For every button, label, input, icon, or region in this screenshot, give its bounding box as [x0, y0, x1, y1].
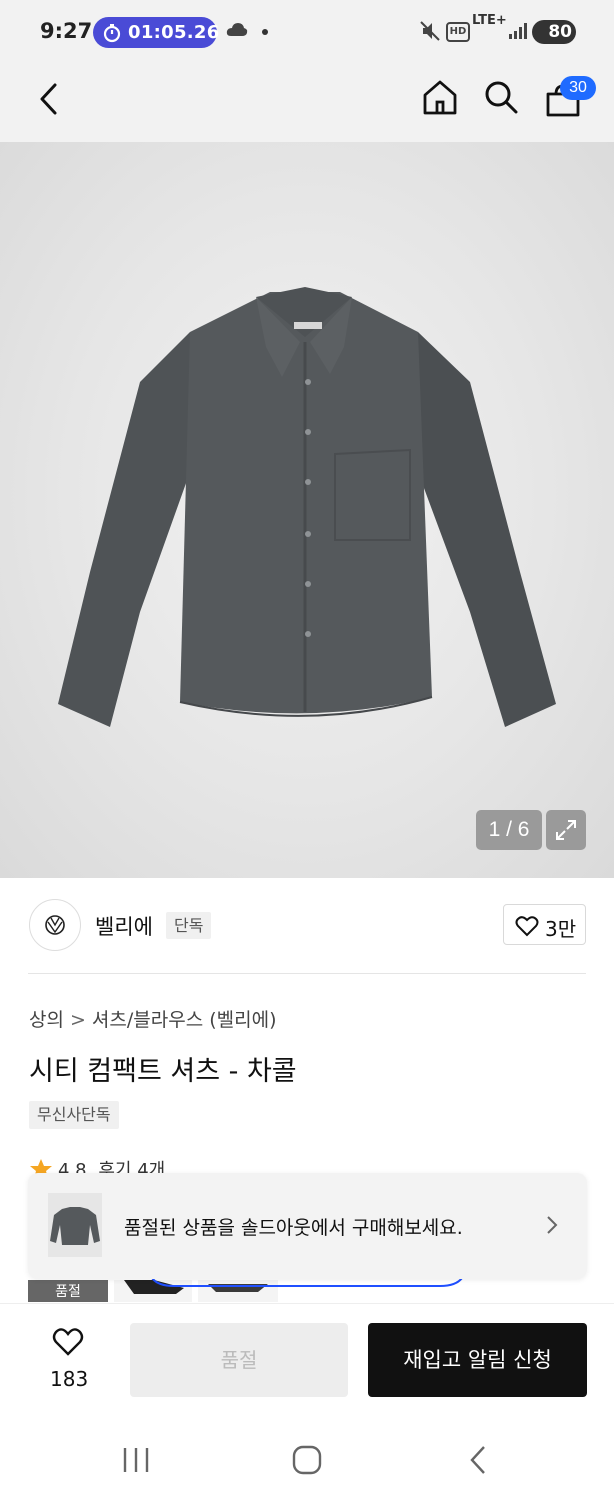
stopwatch-icon [103, 24, 121, 43]
home-nav-icon[interactable] [292, 1445, 322, 1475]
back-nav-icon[interactable] [468, 1445, 488, 1475]
breadcrumb-item-subcategory[interactable]: 셔츠/블라우스 (벨리에) [92, 1009, 277, 1031]
toast-product-thumbnail [48, 1193, 102, 1257]
expand-icon [556, 820, 576, 840]
system-nav-bar [0, 1413, 614, 1500]
heart-icon [515, 916, 539, 937]
cart-count-badge: 30 [560, 76, 596, 100]
chevron-right-icon [547, 1216, 558, 1234]
recent-apps-icon[interactable] [122, 1447, 150, 1473]
cloud-icon [226, 23, 248, 36]
brand-logo[interactable] [29, 899, 81, 951]
chevron-right-icon: > [69, 1009, 86, 1031]
product-title: 시티 컴팩트 셔츠 - 차콜 [29, 1056, 297, 1087]
notification-dot [262, 29, 268, 35]
image-counter: 1 / 6 [476, 810, 542, 850]
breadcrumb: 상의 > 셔츠/블라우스 (벨리에) [29, 1005, 276, 1032]
battery-indicator: 80 [532, 20, 576, 44]
brand-like-button[interactable]: 3만 [503, 904, 586, 945]
mute-icon [420, 21, 440, 41]
product-image[interactable] [0, 142, 614, 878]
exclusive-tag: 단독 [166, 912, 212, 939]
status-time: 9:27 [40, 19, 93, 43]
hd-icon: HD [446, 22, 470, 42]
back-icon[interactable] [38, 82, 60, 116]
signal-icon [509, 23, 527, 39]
home-icon[interactable] [421, 78, 459, 116]
soldout-button[interactable]: 품절 [130, 1323, 348, 1397]
soldout-toast[interactable]: 품절된 상품을 솔드아웃에서 구매해보세요. [28, 1173, 587, 1279]
search-icon[interactable] [483, 79, 519, 115]
wishlist-count: 183 [50, 1367, 89, 1391]
shirt-image [58, 287, 556, 727]
brand-like-count: 3만 [545, 917, 577, 941]
brand-name[interactable]: 벨리에 [95, 911, 153, 941]
timer-text: 01:05.26 [128, 22, 220, 43]
breadcrumb-item-category[interactable]: 상의 [29, 1009, 64, 1031]
top-header [0, 62, 614, 142]
timer-chip[interactable]: 01:05.26 [93, 17, 220, 48]
fullscreen-button[interactable] [546, 810, 586, 850]
restock-alert-button[interactable]: 재입고 알림 신청 [368, 1323, 587, 1397]
wishlist-heart-icon[interactable] [52, 1327, 84, 1357]
network-type: LTE+ [472, 13, 507, 28]
brand-logo-icon [45, 915, 65, 935]
soldout-thumbnail-label[interactable]: 품절 [28, 1280, 108, 1302]
musinsa-exclusive-tag: 무신사단독 [29, 1101, 119, 1129]
divider [28, 973, 586, 974]
toast-message: 품절된 상품을 솔드아웃에서 구매해보세요. [124, 1217, 463, 1239]
